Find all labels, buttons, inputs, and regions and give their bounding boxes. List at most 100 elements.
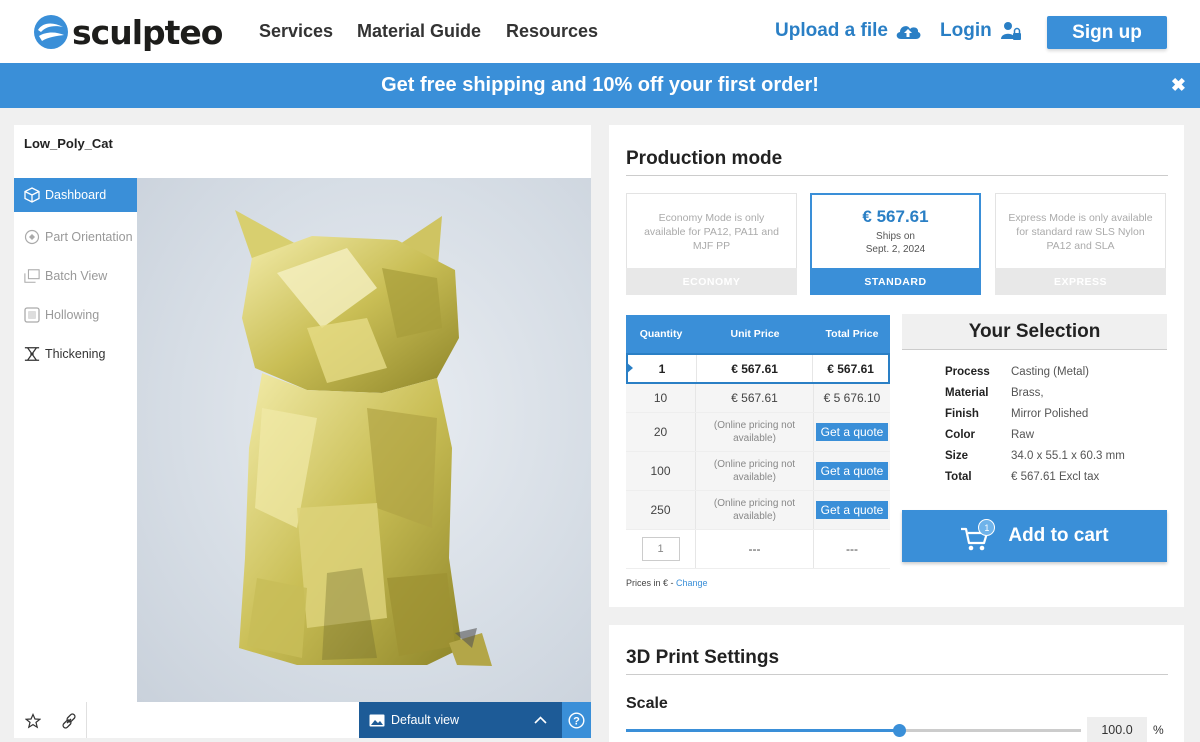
row-quantity: 250	[626, 491, 696, 529]
cloud-upload-icon	[896, 26, 921, 39]
sculpteo-logo-icon	[34, 15, 68, 49]
mode-economy-card[interactable]: Economy Mode is only available for PA12,…	[626, 193, 797, 295]
selection-value: Raw	[1011, 429, 1035, 441]
sidebar-item-label: Dashboard	[45, 188, 107, 202]
help-icon: ?	[568, 711, 585, 729]
sculpteo-logo[interactable]: sculpteo	[33, 13, 223, 52]
add-to-cart-label: Add to cart	[1008, 525, 1109, 546]
sign-up-button[interactable]: Sign up	[1047, 16, 1167, 49]
mode-express-label: EXPRESS	[995, 268, 1166, 295]
upload-label: Upload a file	[775, 20, 888, 41]
get-quote-button[interactable]: Get a quote	[815, 501, 889, 519]
table-row: 20 (Online pricing not available) Get a …	[626, 413, 890, 452]
pricing-unavailable-note: (Online pricing not available)	[713, 459, 796, 483]
scale-slider[interactable]	[626, 724, 1081, 737]
table-header: Quantity Unit Price Total Price	[626, 315, 890, 353]
nav-services[interactable]: Services	[259, 21, 333, 42]
scale-value-input[interactable]: 100.0	[1087, 717, 1147, 742]
nav-material-guide[interactable]: Material Guide	[357, 21, 481, 42]
mode-express-note: Express Mode is only available for stand…	[1008, 211, 1153, 252]
pricing-unavailable-note: (Online pricing not available)	[713, 498, 796, 522]
selection-key: Process	[945, 366, 990, 378]
print-settings-panel: 3D Print Settings Scale 100.0 %	[609, 625, 1184, 742]
row-unit-price: € 567.61	[696, 384, 814, 412]
scale-slider-fill	[626, 729, 899, 732]
quantity-price-table: Quantity Unit Price Total Price 1 € 567.…	[626, 315, 890, 569]
toolbar-divider	[86, 702, 87, 738]
your-selection-title: Your Selection	[902, 314, 1167, 350]
ships-date: Sept. 2, 2024	[865, 243, 926, 255]
help-button[interactable]: ?	[562, 702, 591, 738]
selection-key: Finish	[945, 408, 979, 420]
custom-quantity-input[interactable]	[641, 537, 680, 561]
print-settings-title: 3D Print Settings	[626, 647, 780, 668]
sidebar-item-part-orientation[interactable]: Part Orientation	[14, 217, 137, 256]
login-label: Login	[940, 20, 992, 41]
low-poly-cat-model	[235, 210, 492, 666]
change-currency-link[interactable]: Change	[676, 578, 708, 588]
selection-row-finish: Finish Mirror Polished	[945, 408, 1167, 429]
your-selection-panel: Your Selection Process Casting (Metal) Ma…	[902, 314, 1167, 500]
hollowing-icon	[24, 306, 40, 323]
custom-total-price: ---	[846, 542, 858, 556]
add-to-cart-button[interactable]: 1 Add to cart	[902, 510, 1167, 562]
batch-icon	[24, 268, 40, 284]
site-header: sculpteo Services Material Guide Resourc…	[0, 0, 1200, 63]
scale-unit: %	[1153, 723, 1164, 737]
row-unit-price: € 567.61	[697, 355, 814, 382]
star-icon[interactable]	[24, 712, 42, 730]
selection-row-material: Material Brass,	[945, 387, 1167, 408]
selection-key: Size	[945, 450, 969, 462]
row-quantity: 20	[626, 413, 696, 451]
sidebar-item-dashboard[interactable]: Dashboard	[14, 178, 137, 212]
selection-value: Brass,	[1011, 387, 1044, 399]
sidebar-item-thickening[interactable]: Thickening	[14, 334, 137, 373]
currency-note: Prices in € - Change	[626, 578, 708, 588]
sidebar-item-label: Hollowing	[45, 307, 100, 322]
pricing-unavailable-note: (Online pricing not available)	[713, 420, 796, 444]
selection-row-size: Size 34.0 x 55.1 x 60.3 mm	[945, 450, 1167, 471]
selection-key: Total	[945, 471, 972, 483]
orientation-icon	[24, 229, 40, 245]
table-row[interactable]: 1 € 567.61 € 567.61	[626, 353, 890, 384]
3d-model-viewer[interactable]	[137, 178, 591, 702]
image-icon	[369, 714, 385, 726]
sidebar-item-batch-view[interactable]: Batch View	[14, 256, 137, 295]
default-view-dropdown[interactable]: Default view	[359, 702, 562, 738]
thickening-icon	[24, 346, 40, 362]
nav-resources[interactable]: Resources	[506, 21, 598, 42]
title-divider	[626, 674, 1168, 675]
selection-row-process: Process Casting (Metal)	[945, 366, 1167, 387]
production-mode-title: Production mode	[626, 148, 783, 169]
promo-banner: Get free shipping and 10% off your first…	[0, 63, 1200, 108]
upload-file-link[interactable]: Upload a file	[775, 20, 922, 42]
title-divider	[626, 175, 1168, 176]
header-total-price: Total Price	[825, 328, 879, 340]
get-quote-button[interactable]: Get a quote	[815, 423, 889, 441]
scale-slider-handle[interactable]	[893, 724, 906, 737]
table-row: 100 (Online pricing not available) Get a…	[626, 452, 890, 491]
mode-standard-card[interactable]: € 567.61 Ships on Sept. 2, 2024 STANDARD	[810, 193, 981, 295]
mode-economy-label: ECONOMY	[626, 268, 797, 295]
close-banner-icon[interactable]: ✖	[1171, 75, 1186, 96]
row-quantity: 1	[628, 355, 697, 382]
scale-label: Scale	[626, 695, 668, 712]
custom-unit-price: ---	[696, 530, 814, 568]
table-row[interactable]: 10 € 567.61 € 5 676.10	[626, 384, 890, 413]
cube-icon	[24, 187, 40, 203]
sidebar-item-label: Thickening	[45, 346, 106, 361]
default-view-label: Default view	[391, 713, 460, 727]
header-quantity: Quantity	[639, 328, 683, 340]
link-icon[interactable]	[60, 712, 78, 730]
selection-key: Material	[945, 387, 989, 399]
cart-count-badge: 1	[978, 519, 996, 536]
selection-row-total: Total € 567.61 Excl tax	[945, 471, 1167, 492]
get-quote-button[interactable]: Get a quote	[815, 462, 889, 480]
login-link[interactable]: Login	[940, 20, 1022, 42]
selection-row-color: Color Raw	[945, 429, 1167, 450]
sidebar-item-hollowing[interactable]: Hollowing	[14, 295, 137, 334]
standard-price: € 567.61	[862, 206, 929, 226]
selection-value: Casting (Metal)	[1011, 366, 1089, 378]
selection-key: Color	[945, 429, 976, 441]
mode-express-card[interactable]: Express Mode is only available for stand…	[995, 193, 1166, 295]
